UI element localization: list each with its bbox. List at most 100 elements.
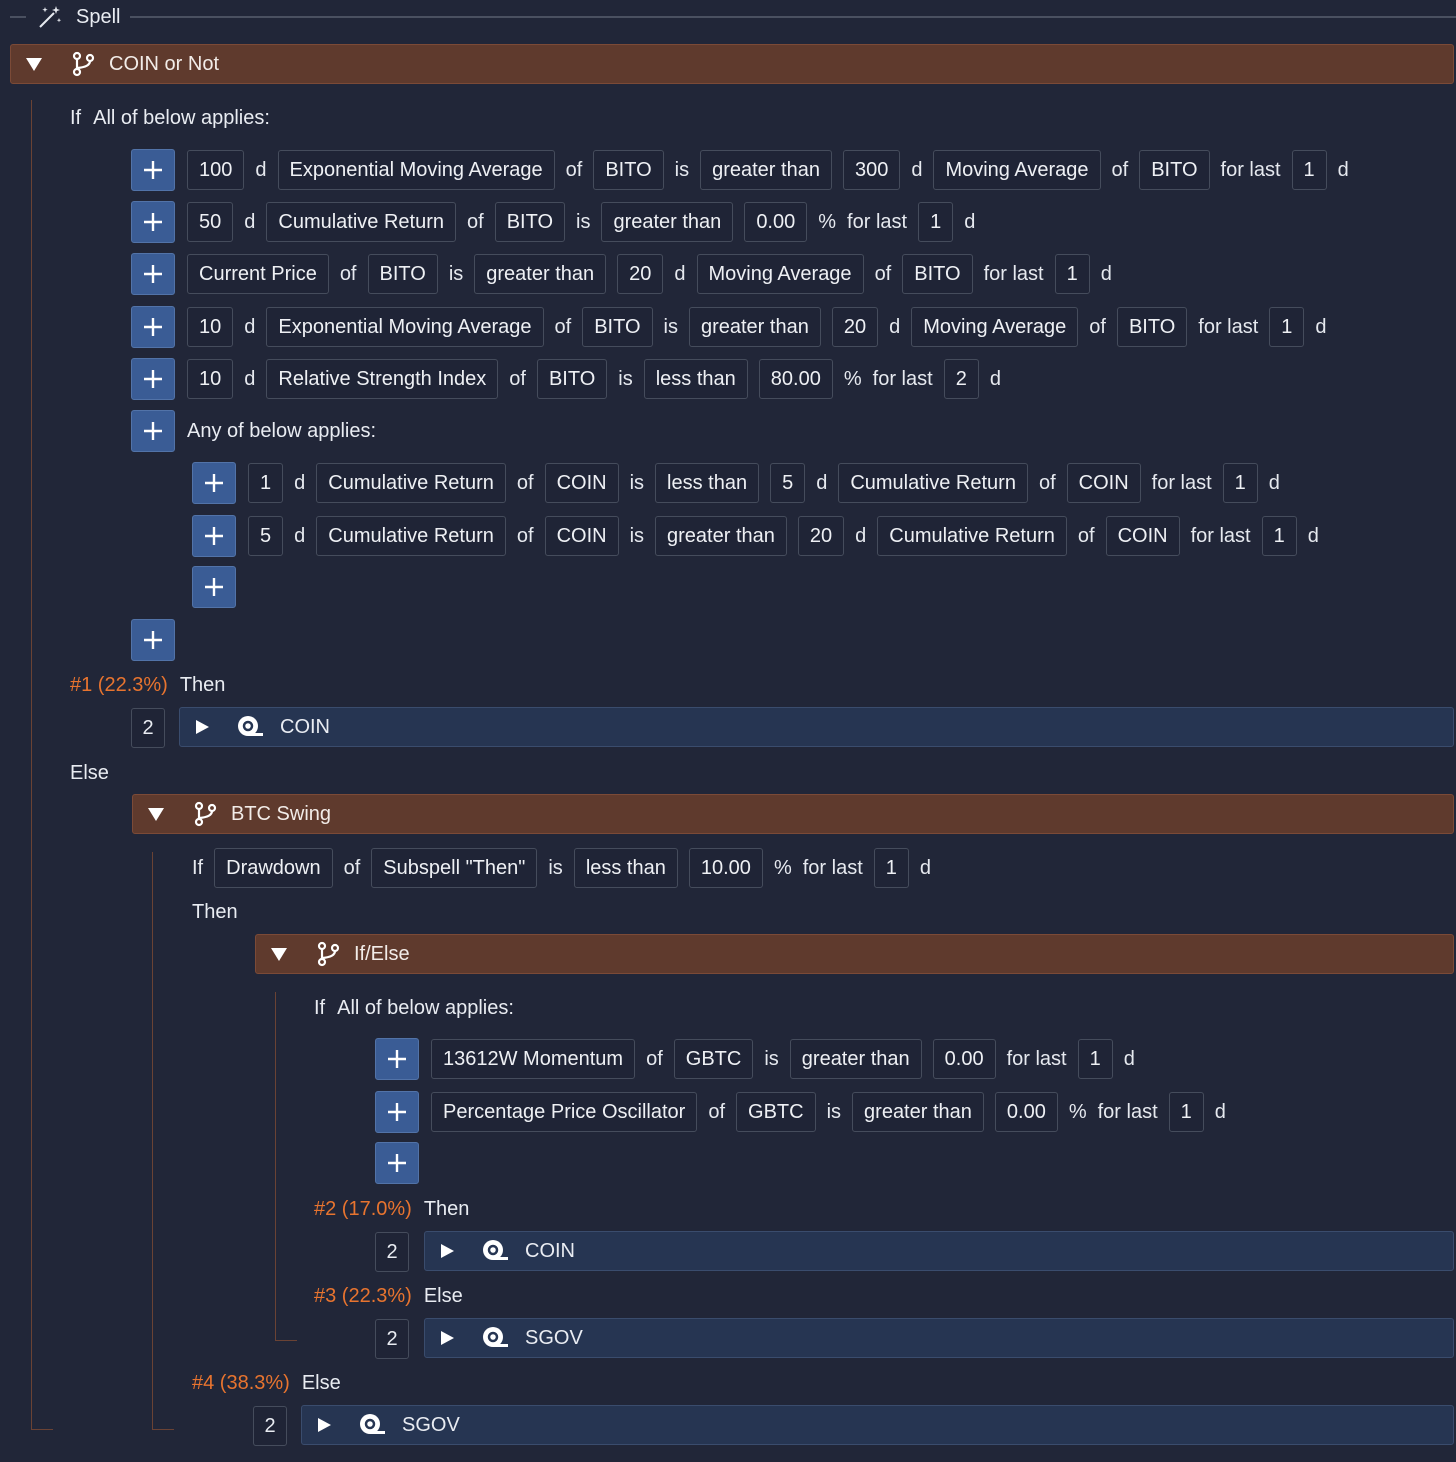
expand-triangle-icon[interactable] <box>439 1330 455 1346</box>
condition-field[interactable]: Exponential Moving Average <box>277 150 555 190</box>
asset-row-coin[interactable]: COIN <box>179 707 1454 747</box>
add-condition-button[interactable] <box>192 515 236 557</box>
collapse-triangle-icon[interactable] <box>147 805 165 823</box>
condition-field[interactable]: Current Price <box>187 254 329 294</box>
condition-field[interactable]: 20 <box>617 254 664 294</box>
condition-field[interactable]: Subspell "Then" <box>371 848 538 888</box>
add-condition-button[interactable] <box>131 253 175 295</box>
add-condition-button[interactable] <box>131 201 175 243</box>
condition-field[interactable]: 1 <box>1054 254 1090 294</box>
condition-text: d <box>1307 524 1319 547</box>
condition-field[interactable]: 20 <box>831 307 879 347</box>
add-condition-button[interactable] <box>131 619 175 661</box>
condition-field[interactable]: 1 <box>918 202 954 242</box>
add-condition-button[interactable] <box>192 462 236 504</box>
collapse-triangle-icon[interactable] <box>270 945 288 963</box>
weight-box[interactable]: 2 <box>131 708 165 748</box>
block-header-coin-or-not[interactable]: COIN or Not <box>10 44 1454 84</box>
condition-field[interactable]: Cumulative Return <box>266 202 456 242</box>
condition-field[interactable]: COIN <box>544 516 619 556</box>
condition-field[interactable]: BITO <box>593 150 664 190</box>
condition-field[interactable]: COIN <box>1105 516 1180 556</box>
asset-row-coin[interactable]: COIN <box>424 1231 1454 1271</box>
condition-field[interactable]: Relative Strength Index <box>266 359 499 399</box>
condition-field[interactable]: 10 <box>187 359 234 399</box>
weight-box[interactable]: 2 <box>375 1232 409 1272</box>
condition-field[interactable]: 10 <box>187 307 234 347</box>
condition-field[interactable]: 1 <box>1261 516 1297 556</box>
condition-field[interactable]: Moving Average <box>911 307 1079 347</box>
condition-field[interactable]: 2 <box>943 359 979 399</box>
condition-field[interactable]: BITO <box>494 202 565 242</box>
condition-field[interactable]: 10.00 <box>688 848 763 888</box>
condition-field[interactable]: 0.00 <box>994 1092 1058 1132</box>
condition-field[interactable]: greater than <box>601 202 734 242</box>
condition-field[interactable]: 1 <box>1269 307 1305 347</box>
condition-field[interactable]: 1 <box>1168 1092 1204 1132</box>
condition-field[interactable]: 5 <box>248 516 284 556</box>
condition-field[interactable]: less than <box>643 359 748 399</box>
condition-field[interactable]: less than <box>573 848 678 888</box>
condition-field[interactable]: BITO <box>536 359 608 399</box>
condition-field[interactable]: greater than <box>852 1092 984 1132</box>
condition-field[interactable]: 100 <box>187 150 245 190</box>
condition-field[interactable]: Cumulative Return <box>316 463 506 503</box>
condition-field[interactable]: GBTC <box>736 1092 816 1132</box>
expand-triangle-icon[interactable] <box>316 1417 332 1433</box>
condition-field[interactable]: greater than <box>688 307 821 347</box>
weight-box[interactable]: 2 <box>253 1406 287 1446</box>
condition-field[interactable]: 5 <box>770 463 806 503</box>
condition-field[interactable]: 1 <box>873 848 909 888</box>
condition-field[interactable]: 1 <box>1077 1039 1113 1079</box>
condition-field[interactable]: 0.00 <box>744 202 808 242</box>
condition-field[interactable]: BITO <box>902 254 973 294</box>
condition-field[interactable]: 1 <box>1291 150 1327 190</box>
condition-field[interactable]: BITO <box>1116 307 1188 347</box>
condition-field[interactable]: COIN <box>1066 463 1141 503</box>
asset-row-sgov[interactable]: SGOV <box>424 1318 1454 1358</box>
weight-box[interactable]: 2 <box>375 1319 409 1359</box>
add-condition-button[interactable] <box>131 410 175 452</box>
block-header-if-else[interactable]: If/Else <box>255 934 1454 974</box>
condition-field[interactable]: Exponential Moving Average <box>266 307 544 347</box>
condition-field[interactable]: greater than <box>474 254 607 294</box>
condition-field[interactable]: Moving Average <box>696 254 864 294</box>
add-condition-button[interactable] <box>131 149 175 191</box>
condition-text: of <box>1077 524 1095 547</box>
condition-field[interactable]: greater than <box>700 150 832 190</box>
condition-field[interactable]: GBTC <box>673 1039 754 1079</box>
expand-triangle-icon[interactable] <box>439 1243 455 1259</box>
condition-field[interactable]: Cumulative Return <box>877 516 1067 556</box>
add-condition-button[interactable] <box>375 1091 419 1133</box>
asset-row-sgov[interactable]: SGOV <box>301 1405 1454 1445</box>
condition-field[interactable]: 50 <box>187 202 234 242</box>
condition-field[interactable]: 13612W Momentum <box>431 1039 636 1079</box>
condition-field[interactable]: Cumulative Return <box>838 463 1028 503</box>
add-condition-button[interactable] <box>131 306 175 348</box>
add-condition-button[interactable] <box>131 358 175 400</box>
add-condition-button[interactable] <box>375 1038 419 1080</box>
condition-field[interactable]: COIN <box>544 463 619 503</box>
condition-field[interactable]: BITO <box>1139 150 1210 190</box>
condition-field[interactable]: 1 <box>1222 463 1258 503</box>
condition-field[interactable]: greater than <box>655 516 787 556</box>
expand-triangle-icon[interactable] <box>194 719 210 735</box>
condition-field[interactable]: Drawdown <box>214 848 333 888</box>
condition-text: is <box>618 367 633 390</box>
add-condition-button[interactable] <box>192 566 236 608</box>
add-condition-button[interactable] <box>375 1142 419 1184</box>
condition-field[interactable]: less than <box>655 463 760 503</box>
condition-field[interactable]: 1 <box>248 463 284 503</box>
collapse-triangle-icon[interactable] <box>25 55 43 73</box>
condition-field[interactable]: 0.00 <box>932 1039 996 1079</box>
condition-field[interactable]: 80.00 <box>758 359 833 399</box>
condition-field[interactable]: BITO <box>367 254 438 294</box>
condition-field[interactable]: 20 <box>797 516 845 556</box>
condition-field[interactable]: Cumulative Return <box>316 516 506 556</box>
condition-field[interactable]: greater than <box>789 1039 922 1079</box>
condition-field[interactable]: 300 <box>842 150 901 190</box>
condition-field[interactable]: Percentage Price Oscillator <box>431 1092 698 1132</box>
condition-field[interactable]: BITO <box>582 307 653 347</box>
condition-field[interactable]: Moving Average <box>933 150 1101 190</box>
block-header-btc-swing[interactable]: BTC Swing <box>132 794 1454 834</box>
